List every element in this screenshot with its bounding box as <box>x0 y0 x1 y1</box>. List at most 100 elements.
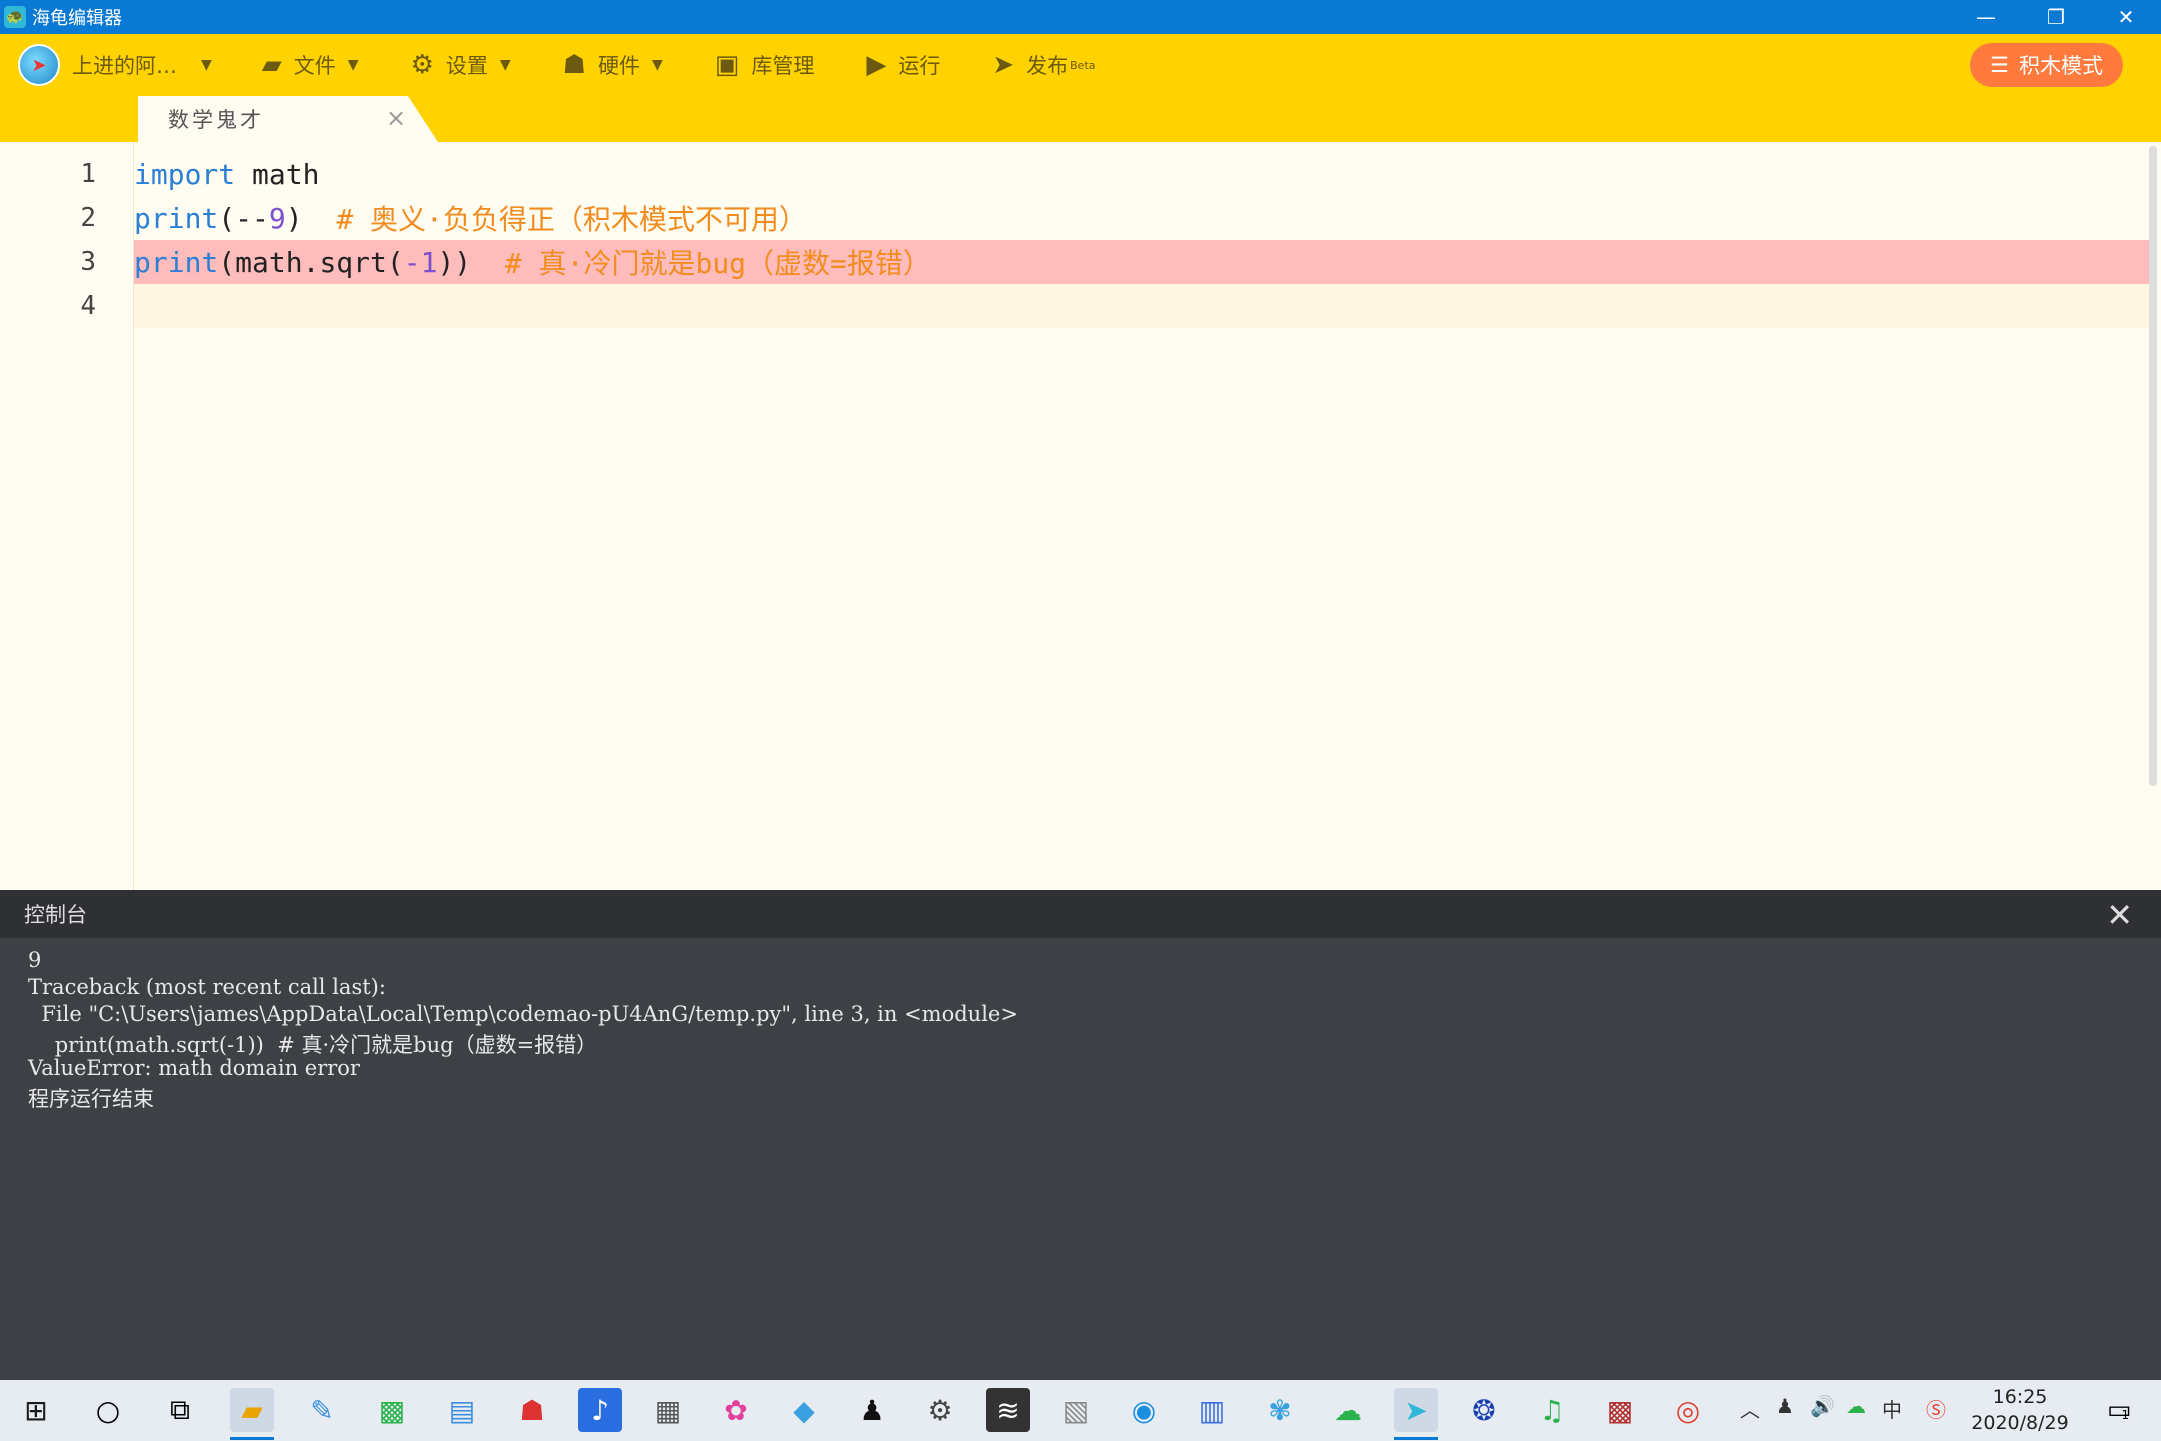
chevron-down-icon: ▼ <box>499 57 511 73</box>
wechat-icon[interactable]: ☁ <box>1326 1388 1370 1432</box>
console-line: File "C:\Users\james\AppData\Local\Temp\… <box>28 1002 1018 1026</box>
chevron-down-icon: ▼ <box>651 57 663 73</box>
username-menu[interactable]: 上进的阿… <box>72 50 177 80</box>
console-line: ValueError: math domain error <box>28 1056 360 1080</box>
music-app-icon[interactable]: ♫ <box>1530 1388 1574 1432</box>
number-literal: -1 <box>403 245 438 279</box>
video-app-icon[interactable]: ❂ <box>1462 1388 1506 1432</box>
game-app-icon[interactable]: ☗ <box>510 1388 554 1432</box>
code-text: (math.sqrt( <box>218 245 404 279</box>
control-panel-icon[interactable]: ▤ <box>440 1388 484 1432</box>
tray-input-method-icon[interactable]: Ⓢ <box>1926 1394 1946 1423</box>
code-line[interactable]: print (-- 9) # 奥义·负负得正（积木模式不可用） <box>134 196 2151 240</box>
gear-icon: ⚙ <box>410 50 434 80</box>
console-header: 控制台 ✕ <box>0 890 2161 938</box>
number-literal: 9 <box>268 201 286 235</box>
hardware-menu-label: 硬件 <box>597 54 640 78</box>
keyword: print <box>134 201 219 235</box>
qq-icon[interactable]: ♟ <box>850 1388 894 1432</box>
diamond-app-icon[interactable]: ◆ <box>782 1388 826 1432</box>
console-line: 9 <box>28 948 42 972</box>
tab-close-icon[interactable]: × <box>386 104 406 132</box>
publish-label: 发布 <box>1026 54 1069 78</box>
play-circle-icon: ▶ <box>866 50 887 80</box>
ime-indicator[interactable]: 中 <box>1882 1394 1902 1423</box>
chevron-down-icon: ▼ <box>347 57 359 73</box>
code-editor[interactable]: 1 2 3 4 import math print (-- 9) # 奥义·负负得正… <box>0 142 2161 998</box>
browser-icon[interactable]: ◉ <box>1122 1388 1166 1432</box>
taskbar-clock[interactable]: 16:25 2020/8/29 <box>1960 1384 2080 1436</box>
tab-math-genius[interactable]: 数学鬼才 × <box>138 96 438 142</box>
file-menu-label: 文件 <box>293 54 336 78</box>
line-number: 4 <box>80 291 96 321</box>
line-number: 2 <box>80 203 96 233</box>
notification-icon[interactable]: ▭ 1 <box>2098 1390 2138 1430</box>
calculator-icon[interactable]: ▦ <box>646 1388 690 1432</box>
paint-icon[interactable]: ✎ <box>300 1388 344 1432</box>
windows-start-icon[interactable]: ⊞ <box>14 1388 58 1432</box>
turtle-editor-taskbar-icon[interactable]: ➤ <box>1394 1388 1438 1440</box>
keyword: print <box>134 245 219 279</box>
code-line[interactable]: import math <box>134 152 2151 196</box>
file-explorer-icon[interactable]: ▰ <box>230 1388 274 1440</box>
volume-icon[interactable]: 🔊 <box>1810 1394 1835 1418</box>
file-menu[interactable]: ▰ 文件 ▼ <box>262 50 359 80</box>
network-app-icon[interactable]: ▥ <box>1190 1388 1234 1432</box>
inbox-icon: ▣ <box>714 50 740 80</box>
avatar[interactable]: ➤ <box>18 44 60 86</box>
qc-app-icon[interactable]: ▩ <box>370 1388 414 1432</box>
console-line: print(math.sqrt(-1)) # 真·冷门就是bug（虚数=报错） <box>28 1033 598 1057</box>
tray-expand-icon[interactable]: ︿ <box>1740 1394 1760 1423</box>
code-comment: # 真·冷门就是bug（虚数=报错） <box>504 247 931 280</box>
image-viewer-icon[interactable]: ▧ <box>1054 1388 1098 1432</box>
console-output: 9 Traceback (most recent call last): Fil… <box>0 938 2161 1380</box>
hardware-menu[interactable]: ☗ 硬件 ▼ <box>563 50 663 80</box>
settings-menu[interactable]: ⚙ 设置 ▼ <box>411 50 511 80</box>
colorful-app-icon[interactable]: ✿ <box>714 1388 758 1432</box>
tab-label: 数学鬼才 <box>168 108 264 132</box>
chevron-down-icon: ▼ <box>201 57 212 73</box>
code-text: (-- <box>218 201 269 235</box>
tray-qq-icon[interactable]: ♟ <box>1776 1394 1794 1418</box>
notification-count: 1 <box>2121 1408 2130 1422</box>
run-menu-label: 运行 <box>898 54 941 78</box>
clock-time: 16:25 <box>1992 1386 2048 1408</box>
vertical-scrollbar[interactable] <box>2149 146 2157 786</box>
tab-strip: 数学鬼才 × <box>0 96 2161 142</box>
code-text: ) <box>285 201 337 235</box>
search-circle-icon[interactable]: ○ <box>86 1388 130 1432</box>
run-menu-button[interactable]: ▶ 运行 <box>866 50 940 80</box>
console-line: Traceback (most recent call last): <box>28 975 386 999</box>
line-number-gutter: 1 2 3 4 <box>0 142 134 890</box>
settings-menu-label: 设置 <box>445 54 488 78</box>
turtle-app-icon: 🐢 <box>4 6 26 28</box>
cloud-app-icon[interactable]: ✾ <box>1258 1388 1302 1432</box>
block-mode-button[interactable]: ☰ 积木模式 <box>1970 43 2123 87</box>
keyword: import <box>134 157 236 191</box>
publish-button[interactable]: ➤ 发布 Beta <box>992 50 1095 80</box>
close-button[interactable]: ✕ <box>2091 0 2161 34</box>
toolbar: ➤ 上进的阿… ▼ ▰ 文件 ▼ ⚙ 设置 ▼ ☗ 硬件 ▼ ▣ 库管理 ▶ 运… <box>0 34 2161 96</box>
minimize-button[interactable]: — <box>1951 0 2021 34</box>
chrome-icon[interactable]: ◎ <box>1666 1388 1710 1432</box>
user-menu-caret[interactable]: ▼ <box>189 57 212 73</box>
line-number: 3 <box>80 247 96 277</box>
current-code-line[interactable] <box>134 284 2151 328</box>
archive-app-icon[interactable]: ▩ <box>1598 1388 1642 1432</box>
restore-button[interactable]: ❐ <box>2021 0 2091 34</box>
console-close-icon[interactable]: ✕ <box>2106 896 2133 934</box>
error-code-line[interactable]: print (math.sqrt(-1)) # 真·冷门就是bug（虚数=报错） <box>134 240 2151 284</box>
hardware-icon: ☗ <box>562 50 586 80</box>
settings-gear-icon[interactable]: ⚙ <box>918 1388 962 1432</box>
library-button-label: 库管理 <box>751 54 815 78</box>
code-text: )) <box>437 245 505 279</box>
task-view-icon[interactable]: ⧉ <box>158 1388 202 1432</box>
tray-wechat-icon[interactable]: ☁ <box>1846 1394 1866 1418</box>
clock-date: 2020/8/29 <box>1971 1412 2069 1434</box>
terminal-app-icon[interactable]: ≋ <box>986 1388 1030 1432</box>
code-text: math <box>235 157 320 191</box>
library-button[interactable]: ▣ 库管理 <box>715 50 815 80</box>
voice-recorder-icon[interactable]: ♪ <box>578 1388 622 1432</box>
taskbar: ⊞ ○ ⧉ ▰ ✎ ▩ ▤ ☗ ♪ ▦ ✿ ◆ ♟ ⚙ ≋ ▧ ◉ ▥ ✾ ☁ … <box>0 1380 2161 1441</box>
line-number: 1 <box>80 159 96 189</box>
